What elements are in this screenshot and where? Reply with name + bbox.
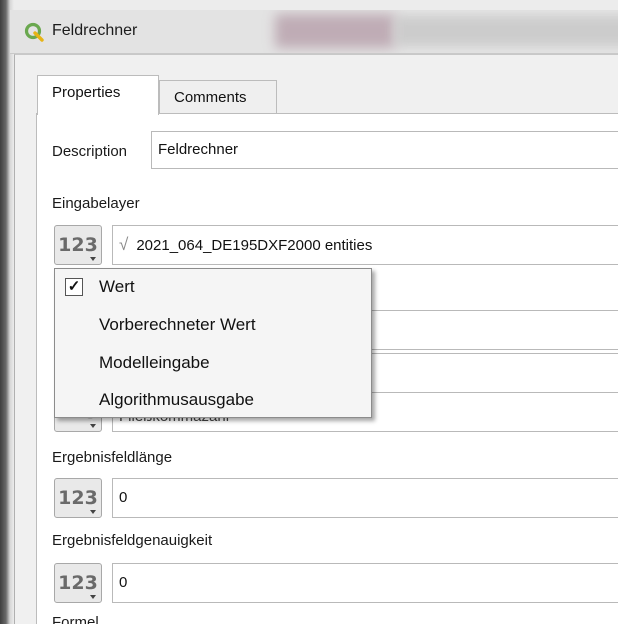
- result-length-source-button[interactable]: 123: [54, 478, 102, 518]
- result-precision-field[interactable]: 0: [112, 563, 618, 603]
- menu-item-vorberechneter-wert[interactable]: Vorberechneter Wert: [55, 307, 371, 343]
- blurred-background-region: [395, 16, 618, 46]
- result-length-label: Ergebnisfeldlänge: [52, 449, 173, 466]
- menu-item-modelleingabe[interactable]: Modelleingabe: [55, 345, 371, 381]
- badge-text: 123: [58, 572, 98, 594]
- blurred-background-region: [275, 14, 395, 48]
- result-precision-source-button[interactable]: 123: [54, 563, 102, 603]
- sqrt-icon: √: [119, 235, 129, 254]
- result-precision-label: Ergebnisfeldgenauigkeit: [52, 532, 213, 549]
- tab-comments[interactable]: Comments: [159, 80, 277, 115]
- chevron-down-icon: [90, 510, 96, 514]
- window-title: Feldrechner: [52, 22, 138, 39]
- menu-item-wert[interactable]: ✓ Wert: [55, 269, 371, 305]
- badge-text: 123: [58, 234, 98, 256]
- input-layer-combobox[interactable]: √ 2021_064_DE195DXF2000 entities: [112, 225, 618, 265]
- qgis-logo-icon: [24, 22, 44, 42]
- input-layer-label: Eingabelayer: [52, 195, 140, 212]
- menu-item-label: Algorithmusausgabe: [99, 390, 254, 409]
- menu-item-label: Modelleingabe: [99, 353, 210, 372]
- check-icon: ✓: [65, 278, 83, 296]
- chevron-down-icon: [90, 595, 96, 599]
- screenshot-stage: Feldrechner Properties Comments Descript…: [0, 0, 618, 624]
- chevron-down-icon: [90, 257, 96, 261]
- menu-item-algorithmusausgabe[interactable]: Algorithmusausgabe: [55, 382, 371, 418]
- tab-properties[interactable]: Properties: [37, 75, 159, 115]
- chevron-down-icon: [90, 424, 96, 428]
- badge-text: 123: [58, 487, 98, 509]
- input-layer-value: 2021_064_DE195DXF2000 entities: [136, 237, 373, 254]
- formula-label: Formel: [52, 614, 99, 624]
- input-layer-source-button[interactable]: 123: [54, 225, 102, 265]
- result-length-field[interactable]: 0: [112, 478, 618, 518]
- menu-item-label: Vorberechneter Wert: [99, 315, 256, 334]
- menu-item-label: Wert: [99, 277, 135, 296]
- window-titlebar: Feldrechner: [10, 10, 618, 54]
- value-source-menu: ✓ Wert Vorberechneter Wert Modelleingabe…: [54, 268, 372, 418]
- description-field[interactable]: Feldrechner: [151, 131, 618, 169]
- description-label: Description: [52, 143, 128, 160]
